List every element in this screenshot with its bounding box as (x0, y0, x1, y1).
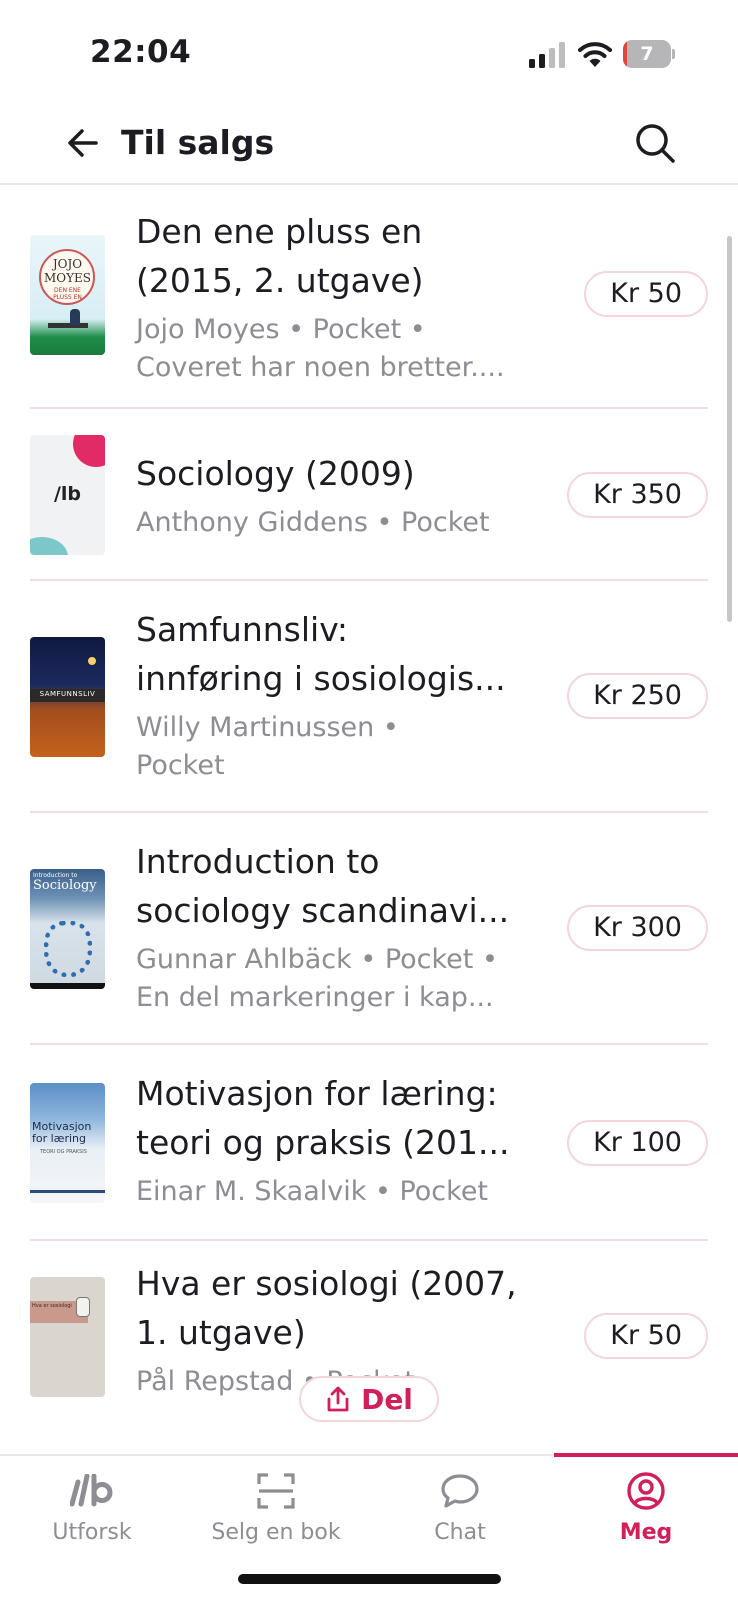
nav-item-meg[interactable]: Meg (554, 1456, 738, 1556)
book-cover: Motivasjon for læring TEORI OG PRAKSIS (30, 1083, 105, 1203)
listing-title-line2: teori og praksis (201... (136, 1123, 510, 1162)
listing-item[interactable]: /lb Sociology (2009) Anthony Giddens • P… (30, 409, 708, 581)
status-bar: 22:04 7 (0, 0, 738, 100)
scan-icon (257, 1472, 295, 1510)
listing-title-line2: (2015, 2. utgave) (136, 261, 424, 300)
listing-title: Den ene pluss en (136, 212, 423, 251)
cover-title: JOJO MOYES (44, 257, 92, 285)
nav-label: Meg (619, 1520, 673, 1545)
book-cover: /lb (30, 435, 105, 555)
listing-title-line2: innføring i sosiologis... (136, 659, 506, 698)
book-cover: SAMFUNNSLIV (30, 637, 105, 757)
price-badge[interactable]: Kr 100 (567, 1120, 708, 1166)
listing-item[interactable]: JOJO MOYES DEN ENE PLUSS EN Den ene plus… (30, 187, 708, 409)
cover-title: Sociology (33, 878, 97, 893)
nav-label: Chat (434, 1520, 486, 1545)
book-cover: JOJO MOYES DEN ENE PLUSS EN (30, 235, 105, 355)
listing-subtitle-line2: En del markeringer i kap... (136, 982, 494, 1013)
logo-icon (70, 1472, 114, 1510)
price-badge[interactable]: Kr 350 (567, 472, 708, 518)
battery-level: 7 (640, 43, 654, 65)
listing-subtitle: Gunnar Ahlbäck • Pocket • (136, 944, 498, 975)
cover-subtitle: TEORI OG PRAKSIS (40, 1149, 87, 1155)
cover-title: Hva er sosiologi (32, 1303, 72, 1309)
share-icon (327, 1386, 349, 1412)
listing-subtitle-line2: Coveret har noen bretter.... (136, 352, 505, 383)
cover-subtitle: DEN ENE PLUSS EN (53, 287, 82, 301)
cover-logo: /lb (53, 483, 82, 505)
back-button[interactable] (60, 120, 106, 166)
home-indicator (238, 1574, 501, 1584)
price-badge[interactable]: Kr 50 (584, 271, 708, 317)
listing-title-line2: sociology scandinavi... (136, 891, 510, 930)
listing-item[interactable]: Hva er sosiologi Hva er sosiologi (2007,… (30, 1241, 708, 1455)
book-cover: Hva er sosiologi (30, 1277, 105, 1397)
scrollbar[interactable] (727, 236, 732, 622)
listing-item[interactable]: SAMFUNNSLIV Samfunnsliv: innføring i sos… (30, 581, 708, 813)
top-header: Til salgs (0, 100, 738, 185)
nav-item-chat[interactable]: Chat (368, 1456, 552, 1556)
listing-subtitle: Jojo Moyes • Pocket • (136, 314, 426, 345)
nav-label: Selg en bok (211, 1520, 341, 1545)
nav-label: Utforsk (52, 1520, 132, 1545)
listing-subtitle: Anthony Giddens • Pocket (136, 507, 490, 538)
nav-item-utforsk[interactable]: Utforsk (0, 1456, 184, 1556)
page-title: Til salgs (121, 123, 275, 162)
arrow-left-icon (68, 129, 98, 157)
listing-title: Introduction to (136, 842, 380, 881)
listing-subtitle: Willy Martinussen • (136, 712, 399, 743)
listing-item[interactable]: Introduction to Sociology Introduction t… (30, 813, 708, 1045)
search-icon (636, 124, 675, 163)
status-time: 22:04 (90, 34, 192, 70)
listing-title: Motivasjon for læring: (136, 1074, 498, 1113)
cover-title: SAMFUNNSLIV (39, 690, 96, 698)
listing-title: Samfunnsliv: (136, 610, 349, 649)
listing-title: Sociology (2009) (136, 454, 415, 493)
listing-title: Hva er sosiologi (2007, (136, 1264, 517, 1303)
listing-item[interactable]: Motivasjon for læring TEORI OG PRAKSIS M… (30, 1045, 708, 1241)
wifi-icon (578, 42, 612, 67)
listing-list[interactable]: JOJO MOYES DEN ENE PLUSS EN Den ene plus… (0, 187, 738, 1455)
share-button[interactable]: Del (299, 1376, 439, 1422)
price-badge[interactable]: Kr 250 (567, 673, 708, 719)
price-badge[interactable]: Kr 50 (584, 1313, 708, 1359)
listing-subtitle-line2: Pocket (136, 750, 225, 781)
book-cover: Introduction to Sociology (30, 869, 105, 989)
price-badge[interactable]: Kr 300 (567, 905, 708, 951)
search-button[interactable] (630, 118, 680, 168)
battery-icon: 7 (623, 40, 675, 68)
user-circle-icon (626, 1472, 666, 1510)
share-label: Del (361, 1382, 413, 1416)
listing-subtitle: Einar M. Skaalvik • Pocket (136, 1176, 489, 1207)
listing-title-line2: 1. utgave) (136, 1313, 306, 1352)
chat-bubble-icon (440, 1472, 480, 1510)
cover-title: Motivasjon for læring (32, 1120, 92, 1145)
signal-icon (529, 42, 565, 68)
nav-item-selg-en-bok[interactable]: Selg en bok (184, 1456, 368, 1556)
